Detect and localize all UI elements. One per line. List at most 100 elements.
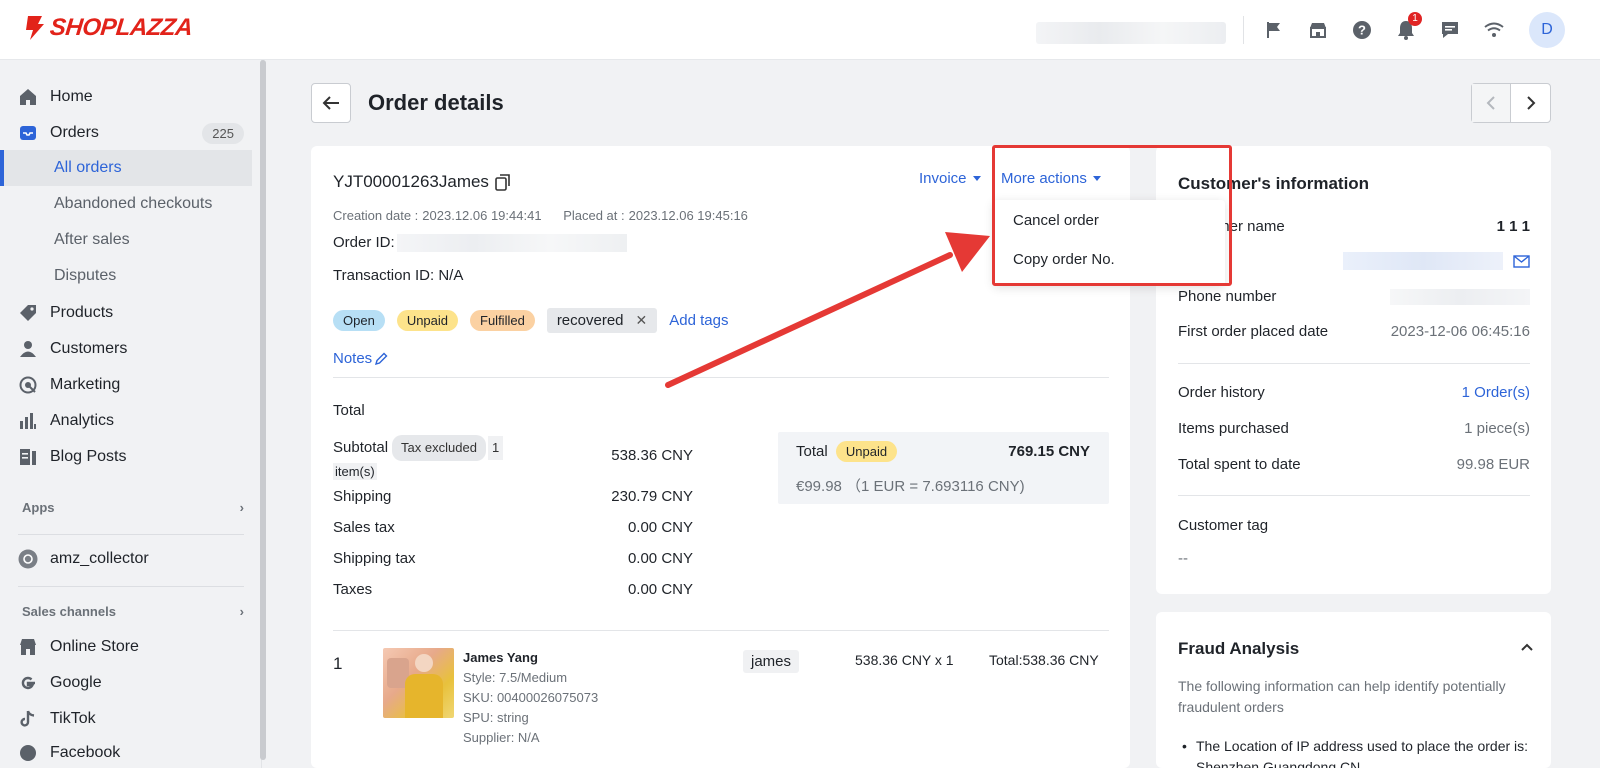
creation-date-label: Creation date : (333, 208, 419, 223)
sidebar-item-google[interactable]: Google (18, 666, 244, 700)
sidebar-item-label: Blog Posts (50, 448, 127, 465)
flag-icon[interactable] (1262, 18, 1286, 42)
brand-name: SHOPLAZZA (48, 14, 194, 41)
top-bar: SHOPLAZZA ? 1 D (0, 0, 1600, 60)
sidebar-item-after-sales[interactable]: After sales (0, 222, 252, 258)
line-item-index: 1 (333, 654, 343, 673)
store-icon (18, 637, 38, 657)
subtotal-label: Subtotal (333, 439, 389, 456)
customer-tag-label: Customer tag (1178, 517, 1269, 534)
add-tags-link[interactable]: Add tags (669, 312, 728, 329)
divider (1178, 495, 1530, 496)
status-badge-unpaid: Unpaid (396, 310, 459, 331)
back-button[interactable] (311, 83, 351, 123)
first-order-label: First order placed date (1178, 323, 1329, 340)
user-avatar[interactable]: D (1529, 12, 1565, 48)
custom-tag-label: recovered (556, 312, 624, 329)
phone-row: Phone number (1178, 288, 1530, 305)
order-id-value-redacted (396, 234, 627, 253)
sidebar-item-online-store[interactable]: Online Store (18, 630, 244, 664)
close-icon[interactable]: ✕ (636, 312, 648, 329)
divider (1178, 363, 1530, 364)
order-history-row: Order history 1 Order(s) (1178, 384, 1530, 401)
sidebar-section-sales-channels[interactable]: Sales channels › (22, 604, 244, 619)
highlight-box (992, 145, 1232, 286)
store-icon[interactable] (1306, 18, 1330, 42)
customer-name-value[interactable]: 1 1 1 (1497, 218, 1530, 235)
pencil-icon (375, 352, 388, 365)
sidebar-item-label: Google (50, 674, 102, 691)
shoplazza-logo-icon (26, 16, 44, 40)
sidebar-item-all-orders[interactable]: All orders (0, 150, 252, 186)
sales-tax-value: 0.00 CNY (627, 519, 693, 536)
home-icon (18, 87, 38, 107)
shipping-value: 230.79 CNY (611, 488, 693, 505)
divider (18, 586, 244, 587)
divider (333, 377, 1109, 378)
sidebar-item-disputes[interactable]: Disputes (0, 258, 252, 294)
chevron-left-icon (1486, 96, 1495, 110)
notes-label: Notes (333, 350, 373, 367)
order-id: Order ID: (333, 234, 627, 253)
facebook-icon (18, 743, 38, 763)
section-label: Sales channels (22, 604, 116, 619)
sidebar-item-label: Facebook (50, 744, 121, 761)
sidebar-scrollbar[interactable] (260, 60, 266, 760)
invoice-dropdown[interactable]: Invoice (919, 170, 981, 187)
placed-at-value: 2023.12.06 19:45:16 (628, 208, 748, 223)
tiktok-icon (18, 709, 38, 729)
status-badge-fulfilled: Fulfilled (470, 310, 535, 331)
previous-order-button[interactable] (1472, 84, 1512, 122)
sidebar-item-blog-posts[interactable]: Blog Posts (18, 440, 244, 474)
sidebar-section-apps[interactable]: Apps › (22, 500, 244, 515)
copy-icon[interactable] (495, 173, 511, 191)
product-name[interactable]: James Yang (463, 650, 538, 665)
subtotal-value: 538.36 CNY (611, 447, 693, 464)
sidebar-item-customers[interactable]: Customers (18, 332, 244, 366)
caret-down-icon (972, 176, 981, 181)
sidebar-item-label: Home (50, 88, 93, 105)
fraud-analysis-card: Fraud Analysis The following information… (1156, 612, 1551, 768)
sidebar-item-marketing[interactable]: Marketing (18, 368, 244, 402)
divider (1243, 16, 1244, 44)
person-icon (18, 339, 38, 359)
chat-icon[interactable] (1438, 18, 1462, 42)
sidebar-item-products[interactable]: Products (18, 296, 244, 330)
currency-conversion: €99.98 （1 EUR = 7.693116 CNY) (796, 478, 1025, 495)
chevron-up-icon[interactable] (1520, 642, 1534, 652)
inbox-icon (18, 123, 38, 143)
chevron-right-icon: › (239, 604, 244, 619)
sidebar-item-label: Online Store (50, 638, 139, 655)
sidebar-item-facebook[interactable]: Facebook (18, 736, 244, 768)
sidebar-item-amz-collector[interactable]: amz_collector (18, 542, 244, 576)
sidebar-item-home[interactable]: Home (18, 80, 244, 114)
items-count: 1 (487, 436, 504, 460)
next-order-button[interactable] (1511, 84, 1550, 122)
sidebar-item-orders[interactable]: Orders 225 (18, 116, 244, 150)
placed-at-label: Placed at : (563, 208, 625, 223)
totals-section-title: Total (333, 402, 365, 419)
shoplazza-logo[interactable]: SHOPLAZZA (22, 14, 194, 42)
sidebar-item-analytics[interactable]: Analytics (18, 404, 244, 438)
product-spu: SPU: string (463, 710, 529, 725)
orders-count-badge: 225 (202, 122, 244, 144)
order-number: YJT00001263James (333, 172, 511, 192)
sidebar-item-label: Analytics (50, 412, 115, 429)
order-history-link[interactable]: 1 Order(s) (1462, 384, 1530, 401)
help-icon[interactable]: ? (1350, 18, 1374, 42)
notes-link[interactable]: Notes (333, 350, 388, 367)
payment-status-badge: Unpaid (835, 441, 898, 462)
wifi-icon[interactable] (1482, 18, 1506, 42)
product-image[interactable] (383, 648, 454, 718)
sidebar-item-abandoned-checkouts[interactable]: Abandoned checkouts (0, 186, 252, 222)
invoice-label: Invoice (919, 170, 967, 187)
mail-icon[interactable] (1513, 254, 1530, 268)
sidebar-item-tiktok[interactable]: TikTok (18, 702, 244, 736)
divider (18, 534, 244, 535)
arrow-left-icon (322, 96, 339, 110)
bell-icon[interactable]: 1 (1394, 12, 1422, 42)
product-supplier: Supplier: N/A (463, 730, 540, 745)
store-selector[interactable] (1036, 22, 1226, 44)
order-id-label: Order ID: (333, 234, 395, 251)
items-purchased-value: 1 piece(s) (1464, 420, 1530, 437)
